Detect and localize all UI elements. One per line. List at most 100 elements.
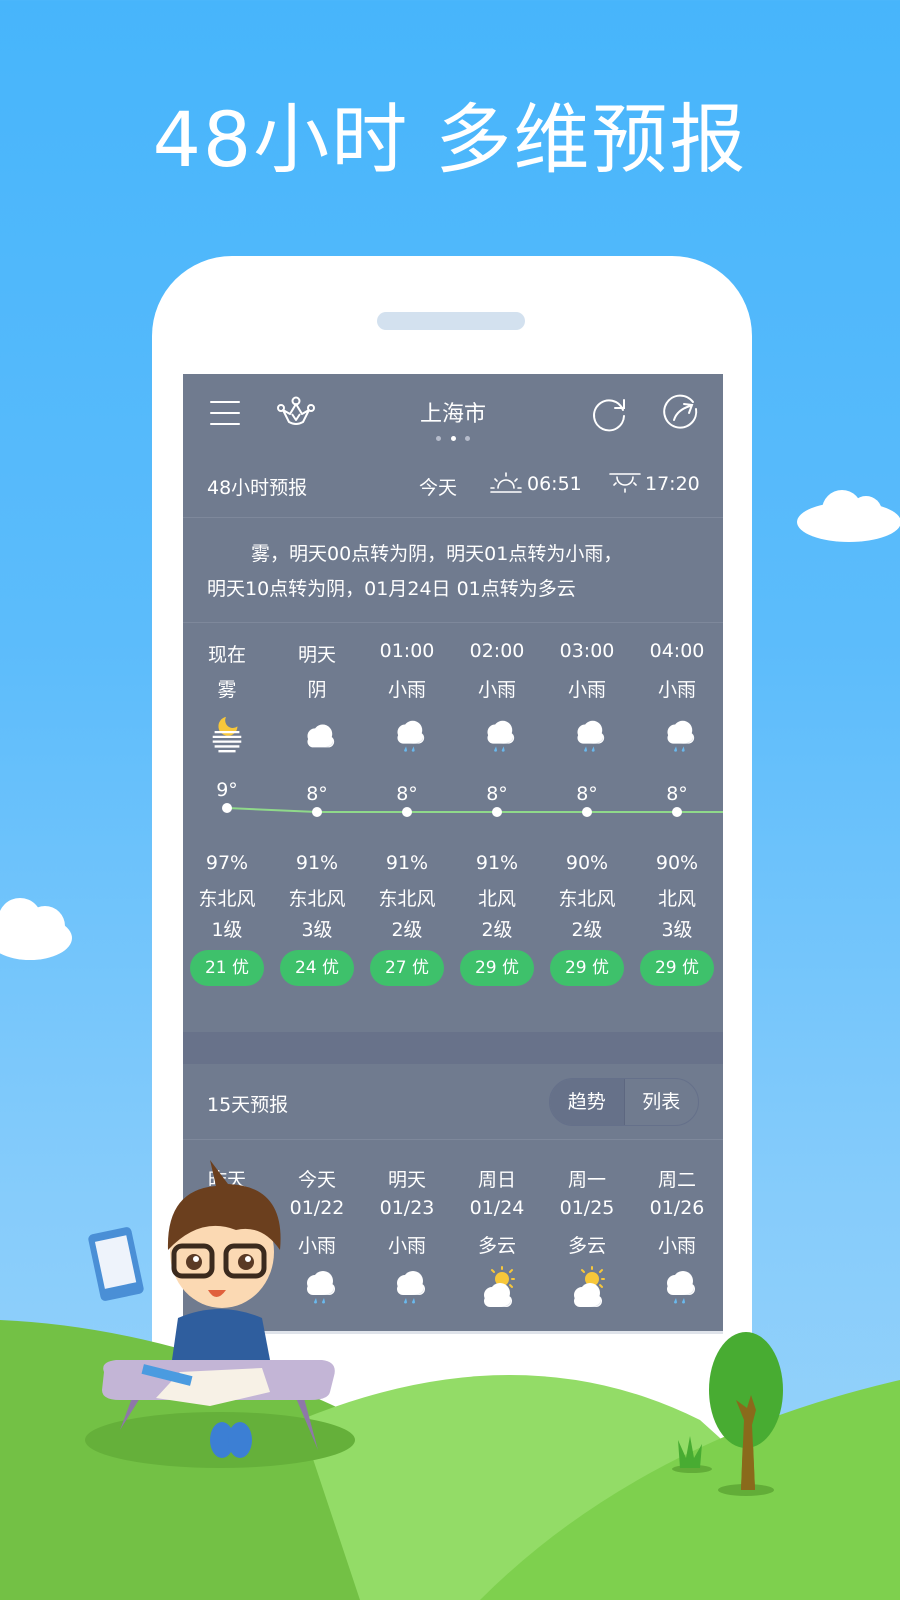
sunrise-time: 06:51 — [527, 473, 582, 495]
forecast-15d-title: 15天预报 — [207, 1094, 289, 1116]
page-dot-active — [450, 436, 456, 441]
temperature-label: 8° — [396, 783, 418, 805]
hour-wind-direction: 北风 — [657, 888, 696, 910]
forecast-48h-title: 48小时预报 — [207, 477, 308, 499]
hour-wind-level: 2级 — [481, 919, 513, 941]
hour-wind-direction: 北风 — [477, 888, 516, 910]
daily-forecast[interactable]: 昨天 今天 01/22 小雨 明天 01/23 小雨 周日 01/24 多云 周一 01/25 多云 周二… — [183, 1141, 723, 1331]
refresh-icon[interactable] — [589, 392, 631, 434]
phone-speaker — [377, 312, 525, 330]
day-name: 明天 — [387, 1169, 426, 1191]
sunset-time: 17:20 — [645, 473, 700, 495]
summary-line-2: 明天10点转为阴，01月24日 01点转为多云 — [207, 578, 576, 600]
temperature-point — [672, 807, 682, 817]
light-rain-icon — [632, 1265, 722, 1309]
aqi-badge[interactable]: 29 优 — [550, 950, 624, 986]
aqi-badge[interactable]: 21 优 — [190, 950, 264, 986]
summary-line-1: 雾，明天00点转为阴，明天01点转为小雨， — [251, 543, 623, 565]
hour-wind-direction: 东北风 — [288, 888, 346, 910]
temperature-label: 8° — [486, 783, 508, 805]
temperature-label: 9° — [216, 779, 238, 801]
overcast-icon — [272, 714, 362, 754]
day-condition: 小雨 — [297, 1235, 336, 1257]
share-icon[interactable] — [661, 392, 703, 434]
hour-time: 现在 — [207, 644, 246, 666]
day-name: 周日 — [477, 1169, 516, 1191]
hourly-forecast[interactable]: 9° 8° 8° 8° 8° 8° 现在雾 97% 东北风 1级 21 优 明天阴 91% 东北风 3级 2… — [183, 624, 723, 1014]
hour-condition: 小雨 — [387, 679, 426, 701]
temperature-point — [222, 803, 232, 813]
light-rain-icon — [362, 1265, 452, 1309]
light-rain-icon — [272, 1265, 362, 1309]
hour-condition: 雾 — [217, 679, 237, 701]
hour-wind-level: 2级 — [571, 919, 603, 941]
forecast-48h-header: 48小时预报 今天 06:51 17:20 — [183, 454, 723, 518]
today-label: 今天 — [419, 477, 458, 499]
page-dot — [436, 436, 441, 441]
hour-wind-direction: 东北风 — [558, 888, 616, 910]
hour-humidity: 91% — [385, 852, 429, 874]
hour-time: 01:00 — [379, 640, 435, 662]
partly-cloudy-icon — [452, 1265, 542, 1309]
day-condition: 多云 — [567, 1235, 606, 1257]
hour-condition: 阴 — [307, 679, 327, 701]
hour-humidity: 97% — [205, 852, 249, 874]
day-name: 昨天 — [207, 1169, 246, 1191]
temperature-point — [312, 807, 322, 817]
partly-cloudy-icon — [542, 1265, 632, 1309]
hour-humidity: 91% — [475, 852, 519, 874]
hour-time: 03:00 — [559, 640, 615, 662]
fog-night-icon — [183, 714, 272, 754]
section-divider — [183, 1032, 723, 1064]
light-rain-icon — [542, 714, 632, 754]
aqi-badge[interactable]: 24 优 — [280, 950, 354, 986]
day-name: 今天 — [297, 1169, 336, 1191]
temperature-line — [226, 807, 723, 813]
aqi-badge[interactable]: 29 优 — [640, 950, 714, 986]
page-indicator — [436, 436, 470, 442]
sunset-icon — [609, 473, 641, 493]
hour-wind-direction: 东北风 — [198, 888, 256, 910]
temperature-label: 8° — [666, 783, 688, 805]
aqi-badge[interactable]: 29 优 — [460, 950, 534, 986]
forecast-15d-header: 15天预报 趋势 列表 — [183, 1064, 723, 1140]
temperature-point — [492, 807, 502, 817]
hour-wind-direction: 东北风 — [378, 888, 436, 910]
page-dot — [465, 436, 470, 441]
aqi-badge[interactable]: 27 优 — [370, 950, 444, 986]
hour-humidity: 90% — [565, 852, 609, 874]
temperature-point — [582, 807, 592, 817]
temperature-point — [402, 807, 412, 817]
weather-summary: 雾，明天00点转为阴，明天01点转为小雨， 明天10点转为阴，01月24日 01… — [183, 519, 723, 623]
trend-tab[interactable]: 趋势 — [550, 1079, 625, 1125]
weather-app-screen: 上海市 48小时预报 今天 06:51 17:20 雾，明天00点转为阴，明天0… — [183, 374, 723, 1334]
day-condition: 多云 — [477, 1235, 516, 1257]
hour-wind-level: 3级 — [661, 919, 693, 941]
hour-condition: 小雨 — [567, 679, 606, 701]
light-rain-icon — [362, 714, 452, 754]
sunrise-icon — [490, 472, 522, 493]
city-name[interactable]: 上海市 — [183, 396, 723, 428]
hour-time: 04:00 — [649, 640, 705, 662]
day-date: 01/22 — [289, 1197, 345, 1219]
screen-bottom-edge — [183, 1331, 723, 1334]
light-rain-icon — [632, 714, 722, 754]
day-name: 周二 — [657, 1169, 696, 1191]
day-date: 01/25 — [559, 1197, 615, 1219]
view-toggle: 趋势 列表 — [549, 1078, 699, 1126]
day-date: 01/26 — [649, 1197, 705, 1219]
hour-humidity: 91% — [295, 852, 339, 874]
hour-condition: 小雨 — [657, 679, 696, 701]
cloud-left-decoration — [0, 898, 72, 960]
hour-condition: 小雨 — [477, 679, 516, 701]
hour-time: 02:00 — [469, 640, 525, 662]
day-name: 周一 — [567, 1169, 606, 1191]
list-tab[interactable]: 列表 — [625, 1079, 699, 1125]
day-date: 01/24 — [469, 1197, 525, 1219]
hour-wind-level: 1级 — [211, 919, 243, 941]
light-rain-icon — [452, 714, 542, 754]
day-condition: 小雨 — [657, 1235, 696, 1257]
day-condition: 小雨 — [387, 1235, 426, 1257]
promo-headline: 48小时 多维预报 — [152, 95, 748, 184]
top-bar: 上海市 — [183, 374, 723, 454]
